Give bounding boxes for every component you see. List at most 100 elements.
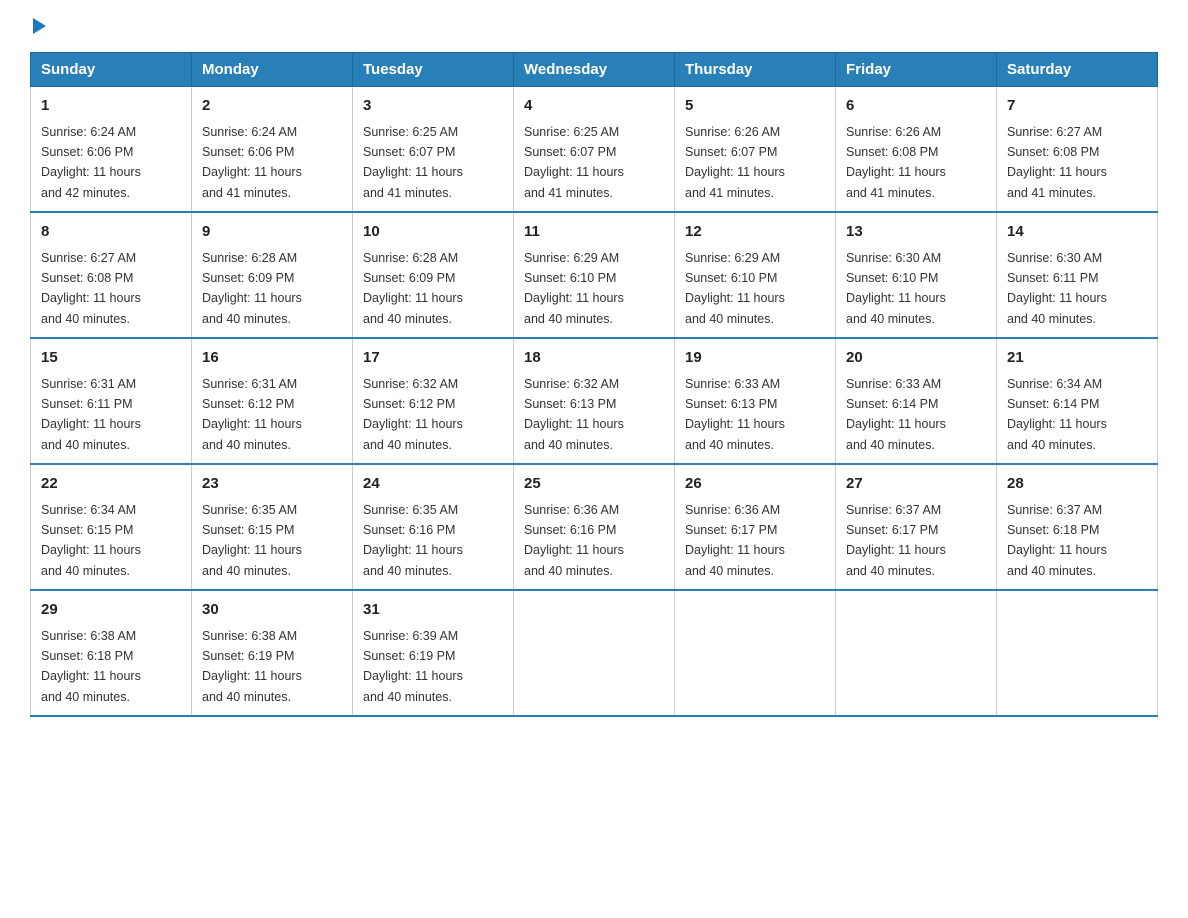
calendar-week-row: 29 Sunrise: 6:38 AMSunset: 6:18 PMDaylig…	[31, 590, 1158, 716]
calendar-cell: 8 Sunrise: 6:27 AMSunset: 6:08 PMDayligh…	[31, 212, 192, 338]
calendar-table: SundayMondayTuesdayWednesdayThursdayFrid…	[30, 52, 1158, 717]
calendar-cell: 19 Sunrise: 6:33 AMSunset: 6:13 PMDaylig…	[675, 338, 836, 464]
calendar-cell: 1 Sunrise: 6:24 AMSunset: 6:06 PMDayligh…	[31, 87, 192, 213]
day-info: Sunrise: 6:31 AMSunset: 6:12 PMDaylight:…	[202, 377, 302, 452]
calendar-week-row: 22 Sunrise: 6:34 AMSunset: 6:15 PMDaylig…	[31, 464, 1158, 590]
calendar-week-row: 1 Sunrise: 6:24 AMSunset: 6:06 PMDayligh…	[31, 87, 1158, 213]
weekday-header-wednesday: Wednesday	[514, 53, 675, 87]
day-number: 19	[685, 347, 825, 370]
calendar-cell: 12 Sunrise: 6:29 AMSunset: 6:10 PMDaylig…	[675, 212, 836, 338]
page-header	[30, 20, 1158, 32]
calendar-cell: 18 Sunrise: 6:32 AMSunset: 6:13 PMDaylig…	[514, 338, 675, 464]
calendar-cell: 9 Sunrise: 6:28 AMSunset: 6:09 PMDayligh…	[192, 212, 353, 338]
day-number: 6	[846, 95, 986, 118]
day-info: Sunrise: 6:34 AMSunset: 6:14 PMDaylight:…	[1007, 377, 1107, 452]
day-number: 15	[41, 347, 181, 370]
day-number: 2	[202, 95, 342, 118]
day-info: Sunrise: 6:27 AMSunset: 6:08 PMDaylight:…	[41, 251, 141, 326]
day-number: 24	[363, 473, 503, 496]
calendar-header-row: SundayMondayTuesdayWednesdayThursdayFrid…	[31, 53, 1158, 87]
calendar-cell: 23 Sunrise: 6:35 AMSunset: 6:15 PMDaylig…	[192, 464, 353, 590]
calendar-cell	[997, 590, 1158, 716]
calendar-cell: 20 Sunrise: 6:33 AMSunset: 6:14 PMDaylig…	[836, 338, 997, 464]
calendar-cell: 15 Sunrise: 6:31 AMSunset: 6:11 PMDaylig…	[31, 338, 192, 464]
calendar-week-row: 15 Sunrise: 6:31 AMSunset: 6:11 PMDaylig…	[31, 338, 1158, 464]
day-info: Sunrise: 6:32 AMSunset: 6:13 PMDaylight:…	[524, 377, 624, 452]
calendar-cell: 22 Sunrise: 6:34 AMSunset: 6:15 PMDaylig…	[31, 464, 192, 590]
day-info: Sunrise: 6:26 AMSunset: 6:07 PMDaylight:…	[685, 125, 785, 200]
day-number: 23	[202, 473, 342, 496]
day-number: 22	[41, 473, 181, 496]
day-number: 18	[524, 347, 664, 370]
logo	[30, 20, 46, 32]
calendar-cell: 26 Sunrise: 6:36 AMSunset: 6:17 PMDaylig…	[675, 464, 836, 590]
day-info: Sunrise: 6:33 AMSunset: 6:13 PMDaylight:…	[685, 377, 785, 452]
day-info: Sunrise: 6:38 AMSunset: 6:18 PMDaylight:…	[41, 629, 141, 704]
weekday-header-monday: Monday	[192, 53, 353, 87]
calendar-cell: 21 Sunrise: 6:34 AMSunset: 6:14 PMDaylig…	[997, 338, 1158, 464]
day-info: Sunrise: 6:39 AMSunset: 6:19 PMDaylight:…	[363, 629, 463, 704]
day-number: 21	[1007, 347, 1147, 370]
day-number: 4	[524, 95, 664, 118]
calendar-cell: 27 Sunrise: 6:37 AMSunset: 6:17 PMDaylig…	[836, 464, 997, 590]
day-info: Sunrise: 6:25 AMSunset: 6:07 PMDaylight:…	[363, 125, 463, 200]
day-number: 5	[685, 95, 825, 118]
weekday-header-friday: Friday	[836, 53, 997, 87]
calendar-cell: 25 Sunrise: 6:36 AMSunset: 6:16 PMDaylig…	[514, 464, 675, 590]
weekday-header-thursday: Thursday	[675, 53, 836, 87]
weekday-header-tuesday: Tuesday	[353, 53, 514, 87]
calendar-cell: 11 Sunrise: 6:29 AMSunset: 6:10 PMDaylig…	[514, 212, 675, 338]
day-number: 29	[41, 599, 181, 622]
day-number: 9	[202, 221, 342, 244]
calendar-cell: 28 Sunrise: 6:37 AMSunset: 6:18 PMDaylig…	[997, 464, 1158, 590]
calendar-cell: 30 Sunrise: 6:38 AMSunset: 6:19 PMDaylig…	[192, 590, 353, 716]
calendar-cell: 4 Sunrise: 6:25 AMSunset: 6:07 PMDayligh…	[514, 87, 675, 213]
day-number: 13	[846, 221, 986, 244]
day-info: Sunrise: 6:38 AMSunset: 6:19 PMDaylight:…	[202, 629, 302, 704]
day-info: Sunrise: 6:29 AMSunset: 6:10 PMDaylight:…	[524, 251, 624, 326]
day-number: 16	[202, 347, 342, 370]
day-info: Sunrise: 6:29 AMSunset: 6:10 PMDaylight:…	[685, 251, 785, 326]
day-info: Sunrise: 6:24 AMSunset: 6:06 PMDaylight:…	[202, 125, 302, 200]
calendar-week-row: 8 Sunrise: 6:27 AMSunset: 6:08 PMDayligh…	[31, 212, 1158, 338]
day-number: 10	[363, 221, 503, 244]
day-info: Sunrise: 6:34 AMSunset: 6:15 PMDaylight:…	[41, 503, 141, 578]
day-number: 31	[363, 599, 503, 622]
calendar-cell: 16 Sunrise: 6:31 AMSunset: 6:12 PMDaylig…	[192, 338, 353, 464]
logo-triangle-icon	[33, 18, 46, 34]
day-number: 20	[846, 347, 986, 370]
day-info: Sunrise: 6:30 AMSunset: 6:10 PMDaylight:…	[846, 251, 946, 326]
calendar-cell	[675, 590, 836, 716]
calendar-cell: 10 Sunrise: 6:28 AMSunset: 6:09 PMDaylig…	[353, 212, 514, 338]
calendar-cell: 17 Sunrise: 6:32 AMSunset: 6:12 PMDaylig…	[353, 338, 514, 464]
day-number: 30	[202, 599, 342, 622]
day-info: Sunrise: 6:36 AMSunset: 6:17 PMDaylight:…	[685, 503, 785, 578]
day-info: Sunrise: 6:28 AMSunset: 6:09 PMDaylight:…	[202, 251, 302, 326]
day-number: 17	[363, 347, 503, 370]
day-info: Sunrise: 6:36 AMSunset: 6:16 PMDaylight:…	[524, 503, 624, 578]
day-number: 3	[363, 95, 503, 118]
day-info: Sunrise: 6:35 AMSunset: 6:15 PMDaylight:…	[202, 503, 302, 578]
day-info: Sunrise: 6:31 AMSunset: 6:11 PMDaylight:…	[41, 377, 141, 452]
weekday-header-saturday: Saturday	[997, 53, 1158, 87]
calendar-cell: 14 Sunrise: 6:30 AMSunset: 6:11 PMDaylig…	[997, 212, 1158, 338]
day-info: Sunrise: 6:28 AMSunset: 6:09 PMDaylight:…	[363, 251, 463, 326]
weekday-header-sunday: Sunday	[31, 53, 192, 87]
day-info: Sunrise: 6:37 AMSunset: 6:17 PMDaylight:…	[846, 503, 946, 578]
day-info: Sunrise: 6:24 AMSunset: 6:06 PMDaylight:…	[41, 125, 141, 200]
calendar-cell: 6 Sunrise: 6:26 AMSunset: 6:08 PMDayligh…	[836, 87, 997, 213]
day-info: Sunrise: 6:27 AMSunset: 6:08 PMDaylight:…	[1007, 125, 1107, 200]
calendar-cell: 7 Sunrise: 6:27 AMSunset: 6:08 PMDayligh…	[997, 87, 1158, 213]
day-info: Sunrise: 6:25 AMSunset: 6:07 PMDaylight:…	[524, 125, 624, 200]
day-number: 25	[524, 473, 664, 496]
day-number: 27	[846, 473, 986, 496]
day-info: Sunrise: 6:30 AMSunset: 6:11 PMDaylight:…	[1007, 251, 1107, 326]
day-info: Sunrise: 6:37 AMSunset: 6:18 PMDaylight:…	[1007, 503, 1107, 578]
calendar-cell: 29 Sunrise: 6:38 AMSunset: 6:18 PMDaylig…	[31, 590, 192, 716]
day-number: 8	[41, 221, 181, 244]
day-info: Sunrise: 6:33 AMSunset: 6:14 PMDaylight:…	[846, 377, 946, 452]
calendar-cell: 24 Sunrise: 6:35 AMSunset: 6:16 PMDaylig…	[353, 464, 514, 590]
day-info: Sunrise: 6:26 AMSunset: 6:08 PMDaylight:…	[846, 125, 946, 200]
calendar-cell: 2 Sunrise: 6:24 AMSunset: 6:06 PMDayligh…	[192, 87, 353, 213]
day-number: 26	[685, 473, 825, 496]
